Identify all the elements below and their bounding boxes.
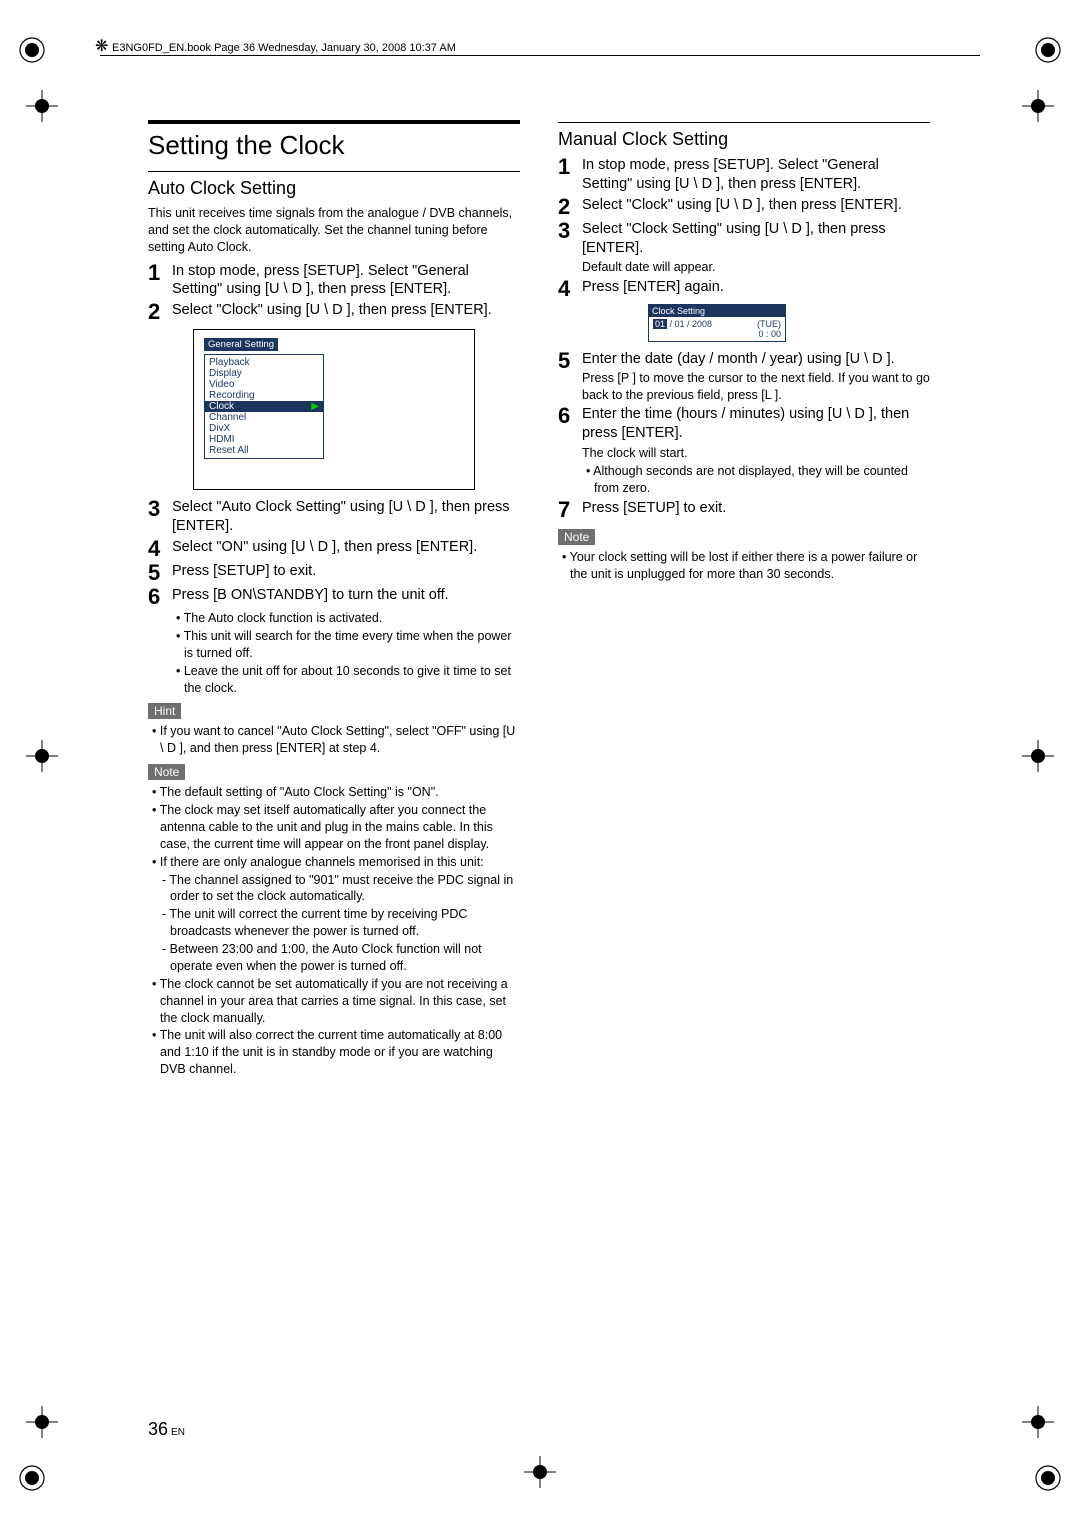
note-bullet: • The clock may set itself automatically… — [148, 802, 520, 853]
auto-intro-text: This unit receives time signals from the… — [148, 205, 520, 256]
hint-label: Hint — [148, 703, 181, 719]
note-bullet: • The clock cannot be set automatically … — [148, 976, 520, 1027]
osd-clock-title: Clock Setting — [649, 305, 785, 317]
osd-item: Display — [209, 368, 319, 379]
registration-mark-icon — [18, 36, 46, 64]
crop-mark-icon — [26, 1406, 58, 1438]
header-rule — [100, 55, 980, 57]
hint-bullet: • If you want to cancel "Auto Clock Sett… — [148, 723, 520, 757]
manual-step-5: Enter the date (day / month / year) usin… — [582, 350, 930, 403]
manual-step6-bullet: • Although seconds are not displayed, th… — [582, 463, 930, 497]
manual-step-7: Press [SETUP] to exit. — [582, 499, 726, 518]
auto-step6-bullet: • This unit will search for the time eve… — [172, 628, 520, 662]
registration-mark-icon — [1034, 36, 1062, 64]
note-subdash: - Between 23:00 and 1:00, the Auto Clock… — [148, 941, 520, 975]
left-column: Setting the Clock Auto Clock Setting Thi… — [148, 120, 520, 1079]
crop-mark-icon — [524, 1456, 556, 1488]
page-number: 36EN — [148, 1419, 185, 1440]
note-subdash: - The channel assigned to "901" must rec… — [148, 872, 520, 906]
manual-step-6: Enter the time (hours / minutes) using [… — [582, 405, 930, 461]
auto-step-5: Press [SETUP] to exit. — [172, 562, 316, 581]
triangle-right-icon: ▶ — [311, 401, 319, 412]
auto-step-2: Select "Clock" using [U \ D ], then pres… — [172, 301, 492, 320]
subsection-title-auto: Auto Clock Setting — [148, 178, 520, 199]
section-title: Setting the Clock — [148, 130, 520, 161]
auto-step-6: Press [B ON\STANDBY] to turn the unit of… — [172, 586, 449, 605]
osd-item-selected: Clock▶ — [205, 401, 323, 412]
note-bullet: • The default setting of "Auto Clock Set… — [148, 784, 520, 801]
manual-step-2: Select "Clock" using [U \ D ], then pres… — [582, 196, 902, 215]
auto-step-3: Select "Auto Clock Setting" using [U \ D… — [172, 498, 520, 536]
osd-item: DivX — [209, 423, 319, 434]
osd-general-setting: General Setting Playback Display Video R… — [193, 329, 475, 490]
header-ornament-icon: ❋ — [95, 36, 108, 56]
registration-mark-icon — [1034, 1464, 1062, 1492]
manual-step-4: Press [ENTER] again. — [582, 278, 724, 297]
crop-mark-icon — [1022, 740, 1054, 772]
header-filename: E3NG0FD_EN.book Page 36 Wednesday, Janua… — [112, 42, 456, 54]
note-bullet: • Your clock setting will be lost if eit… — [558, 549, 930, 583]
manual-step-1: In stop mode, press [SETUP]. Select "Gen… — [582, 156, 930, 194]
right-column: Manual Clock Setting 1In stop mode, pres… — [558, 120, 930, 1079]
auto-step-1: In stop mode, press [SETUP]. Select "Gen… — [172, 262, 520, 300]
note-label: Note — [558, 529, 595, 545]
osd-clock-setting: Clock Setting 01 / 01 / 2008 (TUE)0 : 00 — [648, 304, 786, 342]
registration-mark-icon — [18, 1464, 46, 1492]
note-bullet: • The unit will also correct the current… — [148, 1027, 520, 1078]
note-bullet: • If there are only analogue channels me… — [148, 854, 520, 871]
osd-item: Playback — [209, 357, 319, 368]
manual-step-3: Select "Clock Setting" using [U \ D ], t… — [582, 220, 930, 276]
crop-mark-icon — [1022, 90, 1054, 122]
crop-mark-icon — [26, 740, 58, 772]
crop-mark-icon — [26, 90, 58, 122]
auto-step6-bullet: • Leave the unit off for about 10 second… — [172, 663, 520, 697]
crop-mark-icon — [1022, 1406, 1054, 1438]
osd-item: Reset All — [209, 445, 319, 456]
auto-step6-bullet: • The Auto clock function is activated. — [172, 610, 520, 627]
osd-item: Video — [209, 379, 319, 390]
subsection-title-manual: Manual Clock Setting — [558, 129, 930, 150]
note-label: Note — [148, 764, 185, 780]
osd-item: Channel — [209, 412, 319, 423]
note-subdash: - The unit will correct the current time… — [148, 906, 520, 940]
osd-item: HDMI — [209, 434, 319, 445]
osd-title: General Setting — [204, 338, 278, 351]
osd-item: Recording — [209, 390, 319, 401]
auto-step-4: Select "ON" using [U \ D ], then press [… — [172, 538, 477, 557]
